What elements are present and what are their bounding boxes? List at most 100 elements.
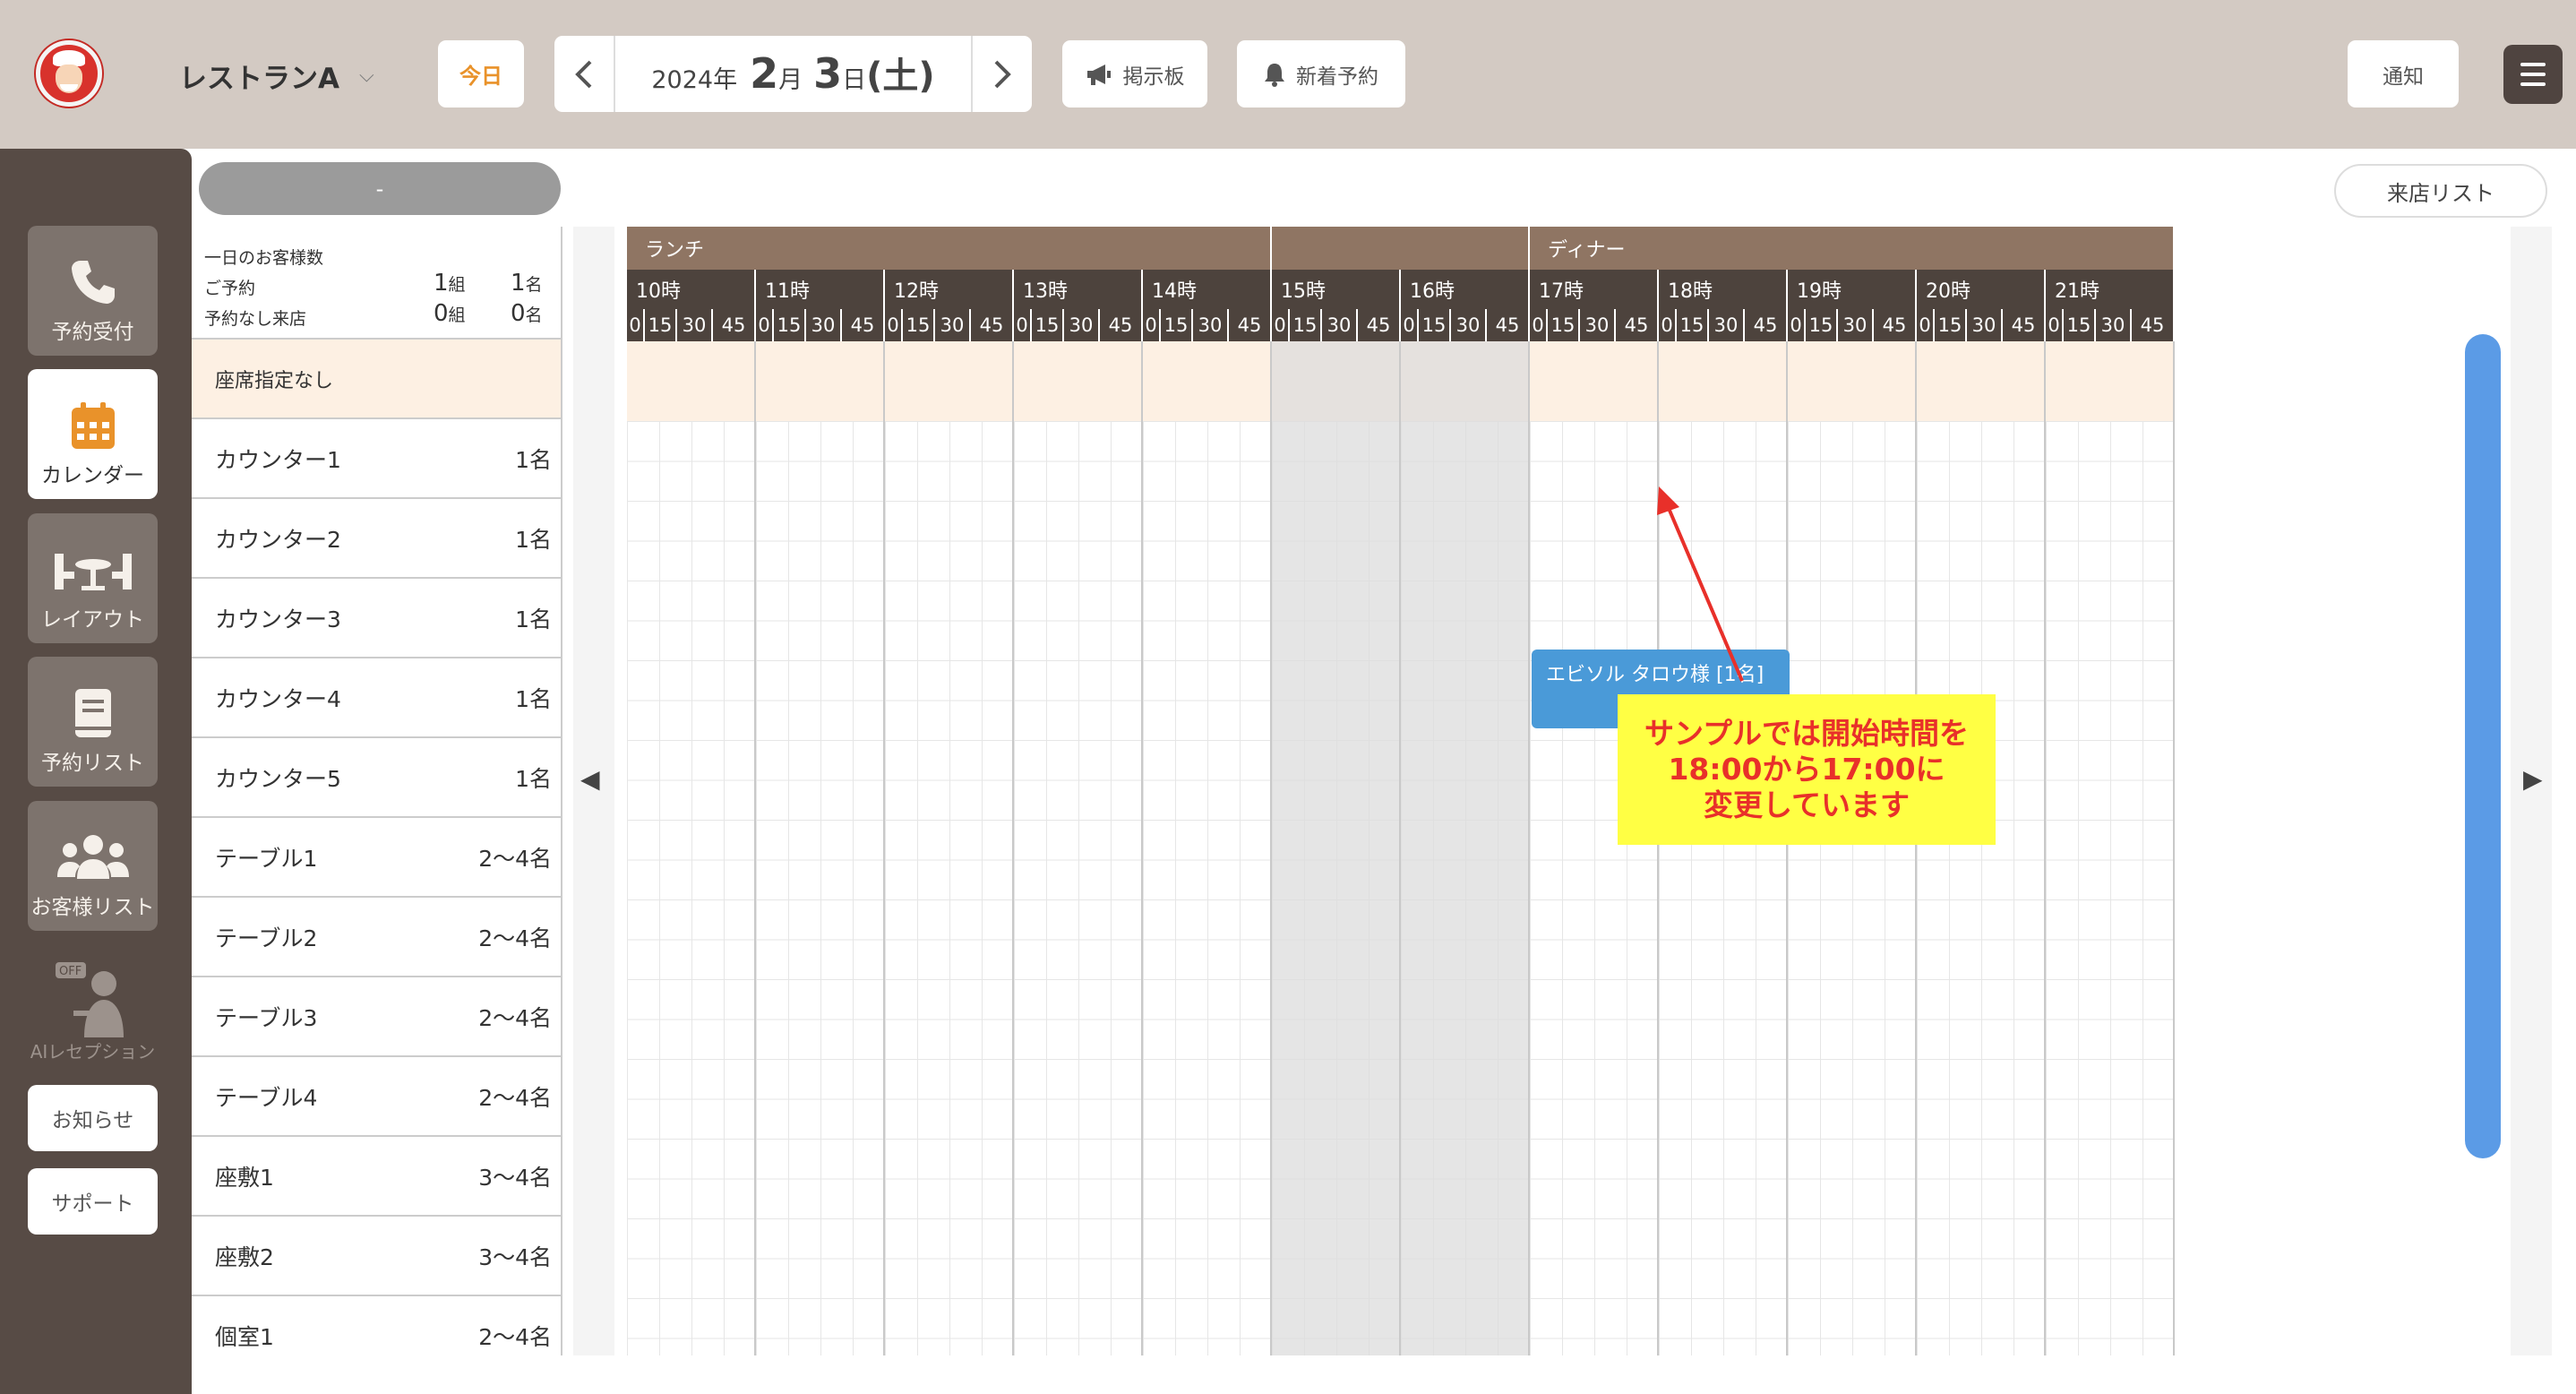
minute-label: 30 [935, 309, 971, 341]
sidebar-item-ai-reception[interactable]: OFF AIレセプション [28, 944, 158, 1074]
sidebar-item-calendar[interactable]: カレンダー [28, 369, 158, 499]
minute-label: 45 [1874, 309, 1917, 341]
minute-label: 15 [1935, 309, 1967, 341]
seat-name: カウンター1 [215, 446, 341, 473]
seat-row[interactable]: テーブル4 2〜4名 [192, 1057, 561, 1137]
seat-name: 座席指定なし [215, 369, 334, 392]
seat-row[interactable]: カウンター2 1名 [192, 499, 561, 579]
seat-capacity: 3〜4名 [478, 1243, 552, 1270]
reserved-groups: 1組 [434, 270, 466, 297]
next-day-button[interactable] [971, 36, 1032, 112]
seat-row[interactable]: 座敷1 3〜4名 [192, 1137, 561, 1217]
seat-capacity: 2〜4名 [478, 1323, 552, 1350]
seat-row[interactable]: テーブル2 2〜4名 [192, 898, 561, 977]
seat-capacity: 3〜4名 [478, 1164, 552, 1191]
book-icon [74, 689, 111, 737]
bulletin-board-button[interactable]: 掲示板 [1062, 40, 1207, 108]
current-date[interactable]: 2024 年 2 月 3 日 (土) [615, 36, 971, 112]
hour-label: 13時 [1014, 270, 1143, 309]
seat-row[interactable]: カウンター5 1名 [192, 738, 561, 818]
support-button[interactable]: サポート [28, 1168, 158, 1235]
minute-label: 15 [1806, 309, 1838, 341]
seat-row[interactable]: テーブル1 2〜4名 [192, 818, 561, 898]
seat-filter-select[interactable]: - [199, 162, 561, 215]
hour-label: 15時 [1272, 270, 1401, 309]
restaurant-selector[interactable]: レストランA ⌵ [179, 56, 374, 96]
hour-label: 17時 [1530, 270, 1659, 309]
sidebar-item-label: 予約リスト [41, 752, 144, 775]
seat-row[interactable]: カウンター3 1名 [192, 579, 561, 658]
scroll-right-strip[interactable]: ▶ [2511, 227, 2552, 1355]
hour-divider [1270, 341, 1272, 1355]
minute-label: 30 [1967, 309, 2003, 341]
minute-label: 0 [1917, 309, 1935, 341]
minute-label: 30 [2096, 309, 2132, 341]
calendar-icon [71, 402, 115, 449]
notification-button[interactable]: 通知 [2348, 40, 2459, 108]
prev-day-button[interactable] [554, 36, 615, 112]
caret-right-icon[interactable]: ▶ [2523, 764, 2543, 794]
minute-label: 15 [1419, 309, 1451, 341]
seat-capacity: 1名 [515, 606, 552, 632]
caret-left-icon[interactable]: ◀ [580, 764, 600, 794]
app-header: レストランA ⌵ 今日 2024 年 2 月 3 日 (土) 掲示板 新着予約 … [0, 0, 2576, 149]
seat-name: カウンター3 [215, 606, 341, 632]
seat-row[interactable]: カウンター4 1名 [192, 658, 561, 738]
people-icon [56, 835, 129, 879]
visit-list-button[interactable]: 来店リスト [2334, 164, 2547, 218]
sidebar-item-label: AIレセプション [30, 1041, 156, 1063]
minute-label: 0 [627, 309, 645, 341]
note-line-2: 18:00から17:00に [1668, 752, 1945, 787]
megaphone-icon [1086, 64, 1111, 85]
vertical-scrollbar[interactable] [2465, 334, 2501, 1158]
notice-button[interactable]: お知らせ [28, 1085, 158, 1151]
sidebar-item-layout[interactable]: レイアウト [28, 513, 158, 643]
seat-row[interactable]: 個室1 2〜4名 [192, 1296, 561, 1355]
minute-label: 0 [1014, 309, 1032, 341]
minute-label: 0 [756, 309, 774, 341]
scroll-left-strip[interactable]: ◀ [573, 227, 614, 1355]
minute-label: 30 [1709, 309, 1745, 341]
minute-label: 15 [774, 309, 806, 341]
minute-label: 30 [1451, 309, 1487, 341]
minute-label: 30 [1580, 309, 1616, 341]
minute-label: 15 [1548, 309, 1580, 341]
seat-row[interactable]: 座敷2 3〜4名 [192, 1217, 561, 1296]
sidebar-item-reservation-list[interactable]: 予約リスト [28, 657, 158, 787]
minute-label: 15 [1677, 309, 1709, 341]
seat-capacity: 2〜4名 [478, 1004, 552, 1031]
hour-divider [1657, 341, 1659, 1355]
minute-label: 15 [645, 309, 677, 341]
closed-hours-shade [1401, 341, 1530, 1355]
seat-row[interactable]: テーブル3 2〜4名 [192, 977, 561, 1057]
reservation-label: エビソル タロウ様 [1名] [1546, 664, 1765, 686]
minute-label: 45 [1745, 309, 1788, 341]
bulletin-board-label: 掲示板 [1122, 65, 1185, 89]
new-reservation-button[interactable]: 新着予約 [1237, 40, 1405, 108]
date-day: 3 [813, 49, 843, 98]
note-line-1: サンプルでは開始時間を [1644, 716, 1969, 751]
chevron-down-icon: ⌵ [359, 65, 374, 87]
hour-label: 14時 [1143, 270, 1272, 309]
summary-walkin-label: 予約なし来店 [204, 309, 307, 329]
hour-label: 16時 [1401, 270, 1530, 309]
minute-label: 0 [1530, 309, 1548, 341]
restaurant-logo[interactable] [36, 40, 102, 107]
hour-divider [883, 341, 885, 1355]
date-weekday: (土) [866, 56, 935, 97]
time-band: ランチ [627, 227, 1272, 270]
hour-divider [1528, 341, 1530, 1355]
seat-row-unassigned[interactable]: 座席指定なし [192, 340, 561, 419]
summary-title: 一日のお客様数 [204, 248, 324, 268]
minute-label: 45 [1229, 309, 1272, 341]
hour-label: 10時 [627, 270, 756, 309]
sidebar-item-reception[interactable]: 予約受付 [28, 226, 158, 356]
time-band: ディナー [1530, 227, 2175, 270]
ai-off-badge: OFF [59, 965, 82, 978]
seat-row[interactable]: カウンター1 1名 [192, 419, 561, 499]
sidebar-item-customer-list[interactable]: お客様リスト [28, 801, 158, 931]
hamburger-menu-icon[interactable] [2503, 45, 2563, 104]
hour-divider [754, 341, 756, 1355]
minute-label: 45 [2132, 309, 2175, 341]
today-button[interactable]: 今日 [438, 40, 524, 108]
